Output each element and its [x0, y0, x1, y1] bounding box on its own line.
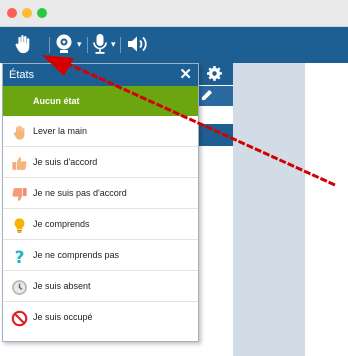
window-titlebar — [0, 0, 348, 27]
toolbar: ▾ ▾ — [0, 27, 348, 63]
background-panel-bar — [197, 124, 233, 146]
webcam-dropdown-caret[interactable]: ▾ — [77, 39, 82, 50]
list-item-label: Lever la main — [33, 126, 88, 136]
list-item-busy[interactable]: Je suis occupé — [3, 302, 198, 333]
no-state-option[interactable]: Aucun état — [3, 86, 198, 116]
clock-icon — [11, 278, 28, 295]
list-item-label: Je ne suis pas d'accord — [33, 188, 127, 198]
states-panel-header: États ✕ — [3, 64, 198, 86]
hand-icon[interactable] — [12, 33, 34, 60]
toolbar-separator — [120, 37, 121, 53]
microphone-icon[interactable] — [92, 33, 108, 60]
background-panel-header — [197, 63, 233, 85]
toolbar-separator — [49, 37, 50, 53]
svg-text:?: ? — [15, 248, 25, 265]
thumbs-down-icon — [11, 185, 28, 202]
states-panel: États ✕ Aucun état Lever la main Je suis… — [2, 63, 199, 342]
list-item-label: Je ne comprends pas — [33, 250, 120, 260]
list-item-raise-hand[interactable]: Lever la main — [3, 116, 198, 147]
list-item-label: Je comprends — [33, 219, 90, 229]
raise-hand-icon — [11, 123, 28, 140]
webcam-icon[interactable] — [54, 33, 74, 60]
speaker-icon[interactable] — [126, 33, 150, 60]
pencil-icon[interactable] — [200, 89, 213, 107]
microphone-dropdown-caret[interactable]: ▾ — [111, 39, 116, 50]
list-item-agree[interactable]: Je suis d'accord — [3, 147, 198, 178]
panel-title: États — [9, 69, 35, 81]
side-column — [233, 63, 305, 356]
background-panel-row — [197, 86, 233, 106]
gear-icon[interactable] — [207, 66, 222, 86]
toolbar-separator — [87, 37, 88, 53]
close-icon[interactable]: ✕ — [179, 64, 192, 86]
zoom-window-button[interactable] — [37, 8, 47, 18]
list-item-absent[interactable]: Je suis absent — [3, 271, 198, 302]
close-window-button[interactable] — [7, 8, 17, 18]
no-entry-icon — [11, 309, 28, 327]
list-item-dont-understand[interactable]: ? Je ne comprends pas — [3, 240, 198, 271]
thumbs-up-icon — [11, 154, 28, 171]
list-item-label: Je suis occupé — [33, 312, 93, 322]
list-item-understand[interactable]: Je comprends — [3, 209, 198, 240]
question-icon: ? — [11, 247, 28, 268]
list-item-label: Je suis d'accord — [33, 157, 98, 167]
minimize-window-button[interactable] — [22, 8, 32, 18]
lightbulb-icon — [11, 216, 28, 233]
list-item-disagree[interactable]: Je ne suis pas d'accord — [3, 178, 198, 209]
list-item-label: Je suis absent — [33, 281, 91, 291]
